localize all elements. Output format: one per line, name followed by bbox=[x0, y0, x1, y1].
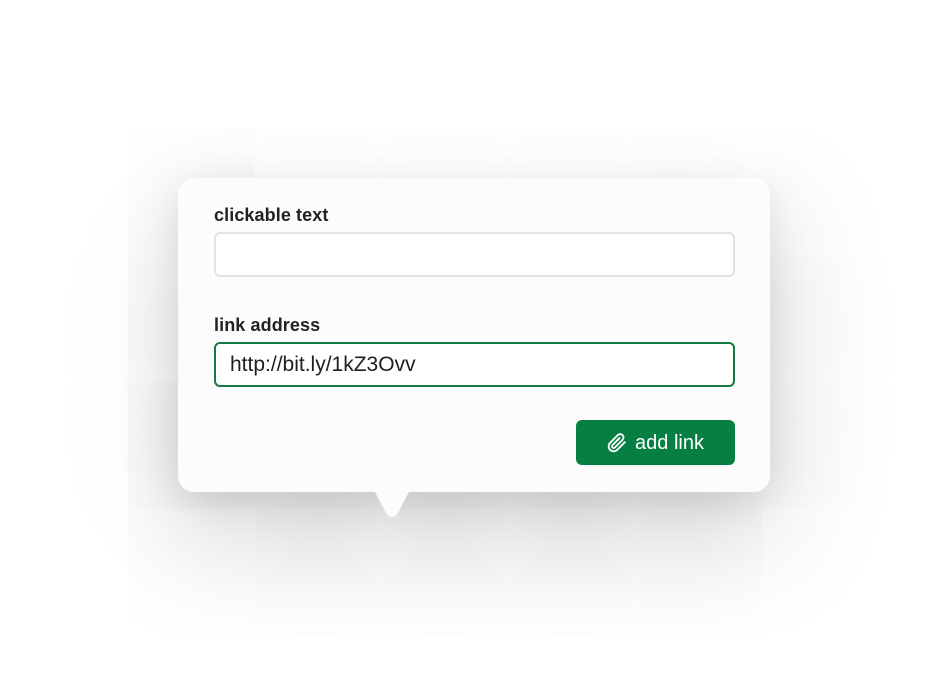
link-address-input[interactable] bbox=[214, 342, 735, 387]
add-link-button-label: add link bbox=[635, 431, 704, 454]
paperclip-icon bbox=[607, 432, 627, 453]
link-address-label: link address bbox=[214, 315, 321, 335]
clickable-text-input[interactable] bbox=[214, 232, 735, 277]
add-link-button[interactable]: add link bbox=[576, 420, 735, 465]
add-link-popover: clickable text link address add link bbox=[178, 178, 770, 517]
popover-arrow bbox=[374, 490, 410, 517]
clickable-text-label: clickable text bbox=[214, 205, 329, 225]
